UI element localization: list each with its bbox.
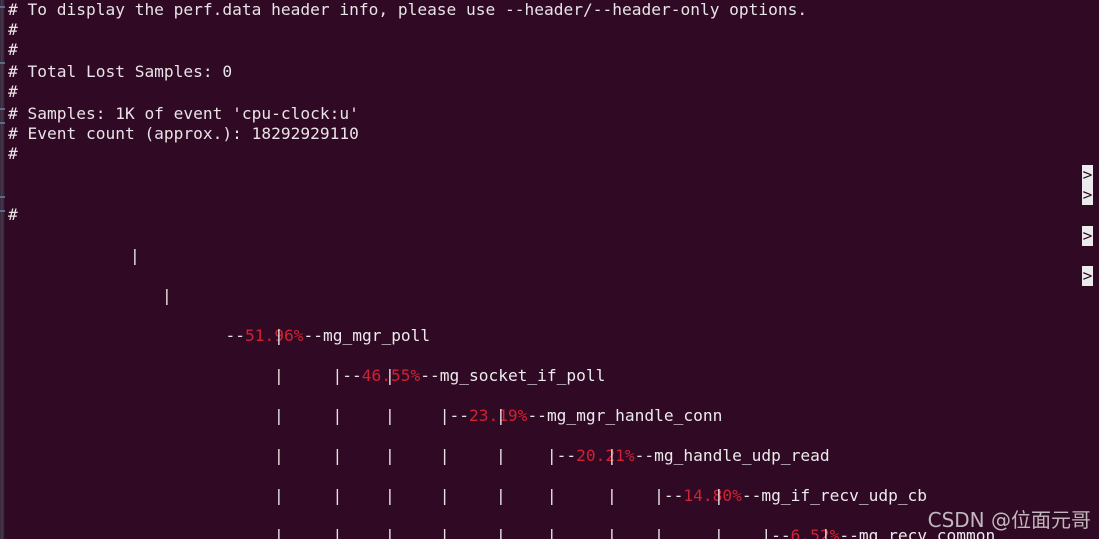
scroll-marker-header[interactable]: > — [1082, 165, 1093, 185]
callgraph-root-child-connector: | — [162, 286, 172, 305]
callgraph-connector-0: | — [274, 326, 284, 345]
callgraph-connector-3c: | — [496, 446, 506, 465]
callgraph-connector-1b: | — [385, 366, 395, 385]
frame-function-2: mg_mgr_handle_conn — [546, 406, 723, 425]
frame-dash-0: -- — [225, 326, 245, 345]
frame-pipe-5b: | — [439, 526, 450, 539]
frame-dash-4: -- — [663, 486, 684, 505]
frame-pipe-3a: | — [332, 446, 343, 465]
callgraph-connector-4d: | — [607, 486, 617, 505]
frame-pipe-1: | — [332, 366, 343, 385]
header-line-total-lost-samples: # Total Lost Samples: 0 — [8, 62, 233, 81]
callgraph-root-row: ---_ZNSt6thread11_State_implINS_8_Invoke… — [0, 266, 1088, 286]
header-line-samples: # Samples: 1K of event 'cpu-clock:u' — [8, 104, 359, 123]
callgraph-connector-2b: | — [385, 406, 395, 425]
callgraph-root-connector: | — [130, 246, 140, 265]
frame-function-1: mg_socket_if_poll — [439, 366, 606, 385]
table-column-header-row: #Children Self Samples Command Shared Ob… — [0, 165, 1088, 185]
callgraph-frame-row-5: | | | | |--6.52%--mg_recv_common — [274, 506, 995, 539]
frame-pipe-4b: | — [439, 486, 450, 505]
table-row: 52.29% 0.17% 3 webserver libHttpServer.s… — [0, 226, 1088, 246]
callgraph-connector-4a: | — [274, 486, 284, 505]
callgraph-connector-5f: | — [821, 526, 831, 539]
frame-dash2-3: -- — [634, 446, 655, 465]
scroll-marker-separator[interactable]: > — [1082, 185, 1093, 205]
header-line-event-count: # Event count (approx.): 18292929110 — [8, 124, 359, 143]
frame-pipe-3c: | — [546, 446, 557, 465]
frame-dash-1: -- — [342, 366, 362, 385]
frame-dash2-1: -- — [420, 366, 440, 385]
window-left-edge-scrollbar[interactable] — [0, 0, 5, 539]
callgraph-connector-4e: | — [714, 486, 724, 505]
frame-pipe-4c: | — [546, 486, 557, 505]
frame-pipe-3b: | — [439, 446, 450, 465]
header-line-0: # To display the perf.data header info, … — [8, 0, 808, 19]
callgraph-connector-1a: | — [274, 366, 284, 385]
callgraph-frame-row-1: |--46.55%--mg_socket_if_poll — [274, 346, 605, 385]
frame-function-0: mg_mgr_poll — [322, 326, 431, 345]
frame-pipe-5c: | — [546, 526, 557, 539]
callgraph-connector-2c: | — [496, 406, 506, 425]
callgraph-connector-2a: | — [274, 406, 284, 425]
callgraph-connector-5b: | — [385, 526, 395, 539]
callgraph-connector-5c: | — [496, 526, 506, 539]
scroll-marker-row[interactable]: > — [1082, 226, 1093, 246]
terminal-window[interactable]: # To display the perf.data header info, … — [0, 0, 1099, 539]
frame-pipe-4a: | — [332, 486, 343, 505]
callgraph-connector-3d: | — [607, 446, 617, 465]
frame-dash2-5: -- — [839, 526, 859, 539]
csdn-watermark: CSDN @位面元哥 — [927, 508, 1091, 532]
callgraph-frame-row-4: | | | |--14.80%--mg_if_recv_udp_cb — [274, 466, 927, 505]
table-separator-row: #........ ........ ........... .........… — [0, 185, 1088, 205]
frame-dash-2: -- — [449, 406, 469, 425]
callgraph-frame-row-2: | |--23.19%--mg_mgr_handle_conn — [274, 386, 722, 425]
terminal-screen: # To display the perf.data header info, … — [0, 0, 1099, 539]
frame-dash-5: -- — [771, 526, 791, 539]
scroll-marker-callgraph-root[interactable]: > — [1082, 266, 1093, 286]
frame-percent-4: 14.80% — [683, 486, 742, 505]
frame-pipe-4d: | — [654, 486, 664, 505]
callgraph-connector-5e: | — [714, 526, 724, 539]
frame-dash2-0: -- — [303, 326, 323, 345]
frame-pipe-5d: | — [654, 526, 664, 539]
callgraph-connector-3b: | — [385, 446, 395, 465]
callgraph-connector-4b: | — [385, 486, 395, 505]
frame-dash2-2: -- — [527, 406, 547, 425]
frame-dash-3: -- — [556, 446, 577, 465]
callgraph-connector-4c: | — [496, 486, 506, 505]
frame-dash2-4: -- — [741, 486, 762, 505]
frame-function-4: mg_if_recv_udp_cb — [761, 486, 928, 505]
callgraph-frame-row-0: --51.96%--mg_mgr_poll — [167, 306, 430, 345]
callgraph-frame-row-3: | | |--20.21%--mg_handle_udp_read — [274, 426, 829, 465]
frame-pipe-2b: | — [439, 406, 450, 425]
frame-percent-3: 20.21% — [576, 446, 635, 465]
frame-pipe-5e: | — [761, 526, 772, 539]
frame-pipe-5a: | — [332, 526, 343, 539]
callgraph-connector-5d: | — [607, 526, 617, 539]
callgraph-connector-5a: | — [274, 526, 284, 539]
frame-percent-5: 6.52% — [790, 526, 840, 539]
frame-function-3: mg_handle_udp_read — [654, 446, 830, 465]
callgraph-connector-3a: | — [274, 446, 284, 465]
frame-pipe-2a: | — [332, 406, 343, 425]
